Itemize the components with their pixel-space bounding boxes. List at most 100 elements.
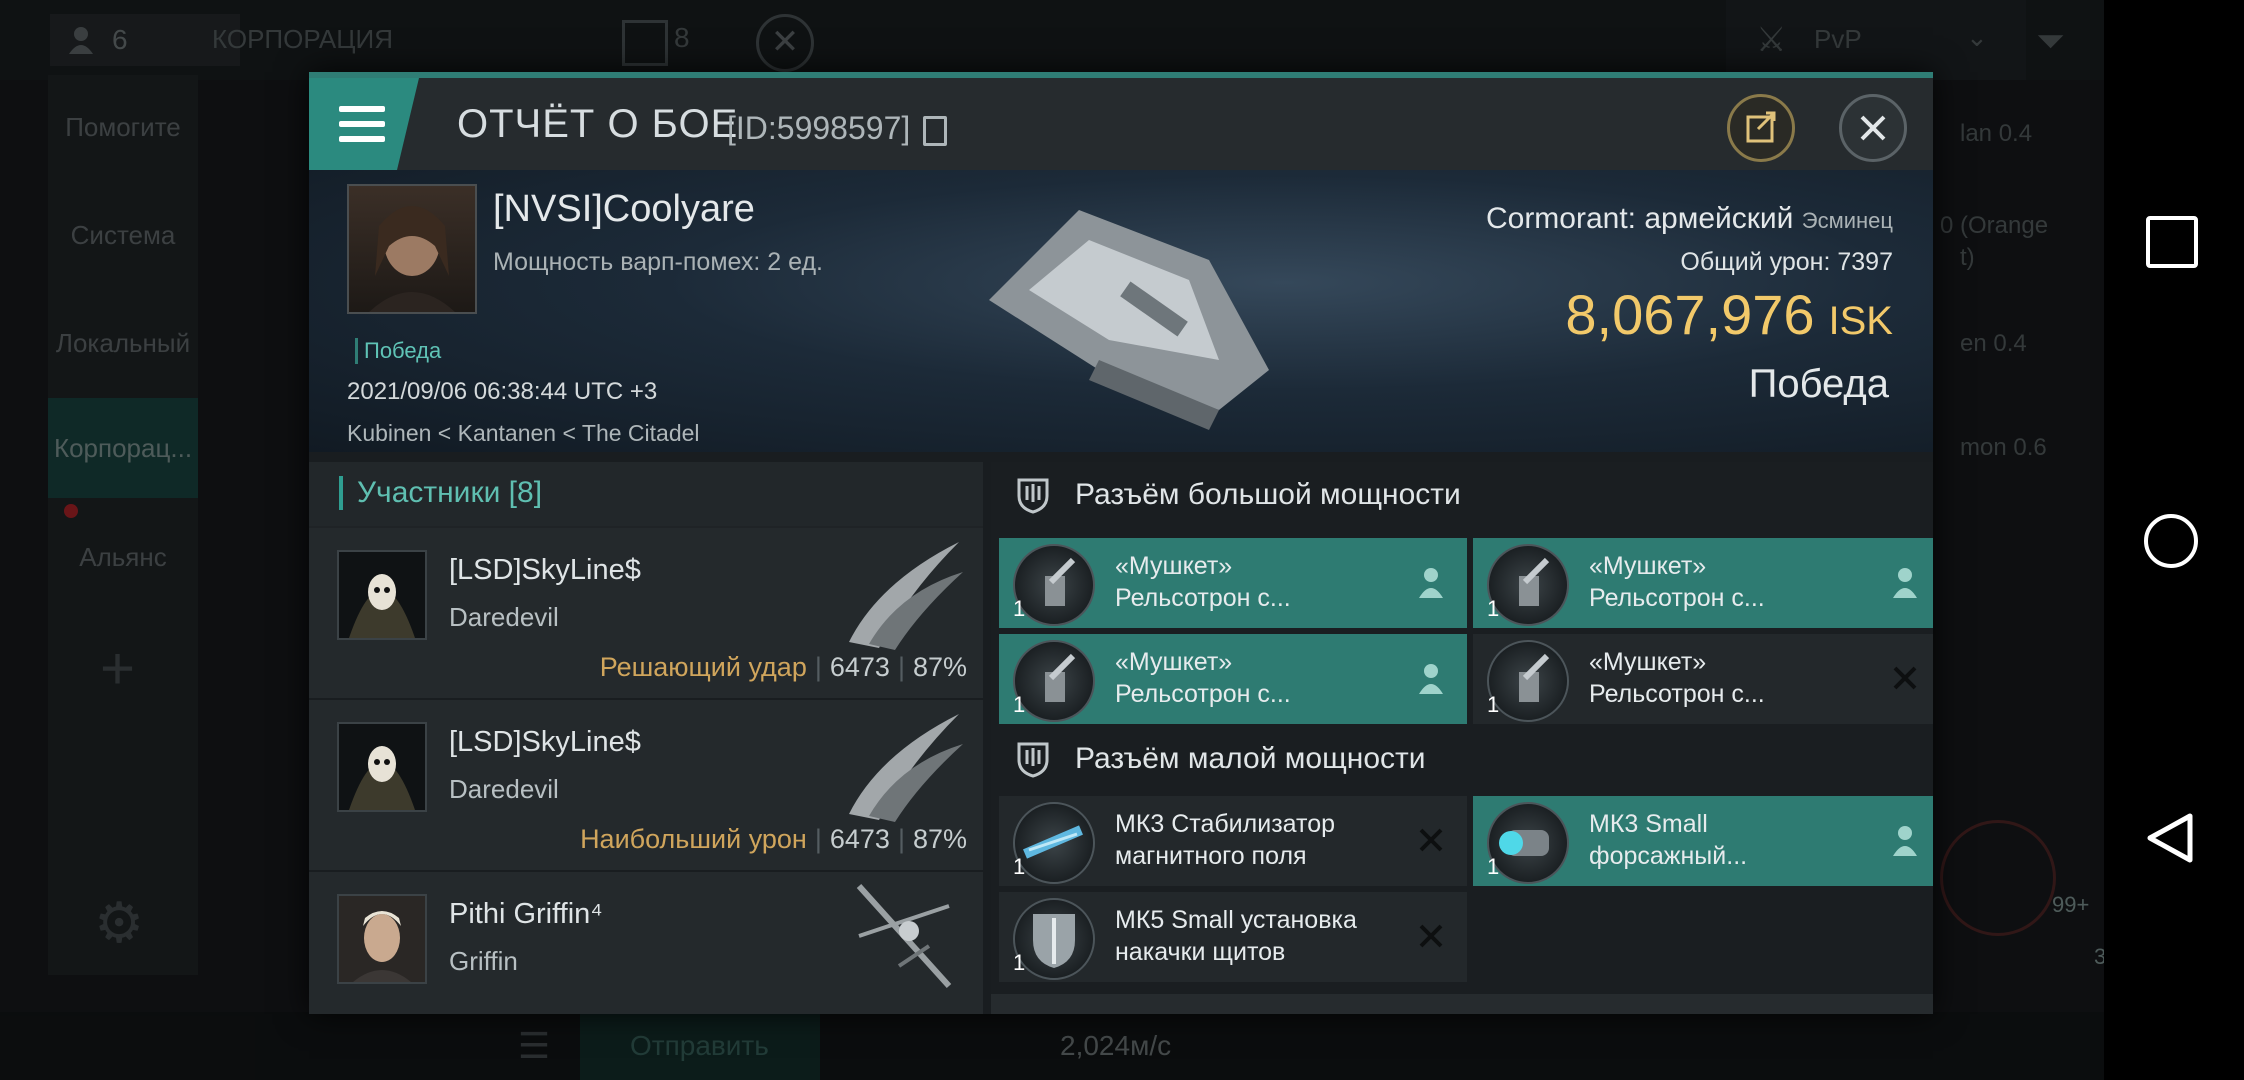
menu-icon-bar [339, 136, 385, 142]
participant-percent: 87% [912, 824, 967, 854]
participants-panel: Участники [8] [LSD]SkyLine$ Daredevil Ре… [309, 462, 983, 1014]
slot-section-icon [1013, 474, 1053, 514]
menu-button[interactable] [309, 78, 419, 170]
shield-booster-icon [1013, 898, 1095, 980]
victim-avatar[interactable] [347, 184, 477, 314]
participants-header: Участники [8] [309, 462, 983, 526]
module-type: Рельсотрон с... [1115, 584, 1291, 612]
destroyed-icon [1413, 822, 1449, 858]
close-button[interactable] [1839, 94, 1907, 162]
module-slot[interactable]: 1 «Мушкет» Рельсотрон с... [1473, 634, 1933, 724]
module-type: Рельсотрон с... [1589, 584, 1765, 612]
ship-icon [839, 876, 969, 996]
participant-avatar [337, 550, 427, 640]
divider: | [897, 824, 905, 854]
module-slot[interactable]: 1 «Мушкет» Рельсотрон с... [999, 538, 1467, 628]
participant-row[interactable]: [LSD]SkyLine$ Daredevil Решающий удар | 64… [309, 528, 983, 701]
module-slot[interactable]: 1 МК3 Стабилизатор магнитного поля [999, 796, 1467, 886]
low-slots-title: Разъём малой мощности [1075, 742, 1426, 775]
railgun-icon [1487, 544, 1569, 626]
railgun-icon [1013, 544, 1095, 626]
victory-tag: Победа [355, 338, 441, 364]
battle-report-dialog: ОТЧЁТ О БОЕ [ID:5998597] [NVSI]Coolyare … [309, 72, 1933, 1014]
destroyed-icon [1887, 660, 1923, 696]
copy-icon[interactable] [923, 116, 947, 146]
module-type: форсажный... [1589, 842, 1748, 870]
module-name: «Мушкет» [1589, 648, 1707, 676]
back-icon[interactable] [2144, 810, 2196, 866]
ship-type-name: Cormorant: армейский [1485, 202, 1794, 235]
recent-apps-icon[interactable] [2146, 216, 2198, 268]
module-type: магнитного поля [1115, 842, 1307, 870]
total-damage-label: Общий урон: [1680, 248, 1831, 276]
module-type: накачки щитов [1115, 938, 1286, 966]
participant-avatar [337, 894, 427, 984]
module-name: МК3 Small [1589, 810, 1708, 838]
participant-avatar [337, 722, 427, 812]
ship-class: Эсминец [1801, 208, 1893, 233]
participant-ship: Daredevil [449, 602, 559, 632]
afterburner-icon [1487, 802, 1569, 884]
ship-icon [839, 704, 969, 824]
railgun-icon [1013, 640, 1095, 722]
share-button[interactable] [1727, 94, 1795, 162]
module-qty: 1 [1013, 854, 1026, 879]
participants-title: Участники [8] [339, 476, 542, 510]
module-slot[interactable]: 1 МК5 Small установка накачки щитов [999, 892, 1467, 982]
divider: | [897, 652, 905, 682]
railgun-icon [1487, 640, 1569, 722]
slot-section-icon [1013, 738, 1053, 778]
destroyed-icon [1413, 918, 1449, 954]
pilot-icon [1887, 564, 1923, 600]
high-slots-title: Разъём большой мощности [1075, 478, 1461, 511]
report-id: [ID:5998597] [727, 110, 911, 146]
module-qty: 1 [1013, 950, 1026, 975]
fitting-panel: Разъём большой мощности 1 «Мушкет» Рельс… [991, 462, 1933, 1014]
system-nav-bar [2104, 0, 2244, 1080]
module-name: «Мушкет» [1115, 648, 1233, 676]
module-slot[interactable]: 1 «Мушкет» Рельсотрон с... [1473, 538, 1933, 628]
participant-stats: Наибольший урон | 6473 | 87% [580, 824, 967, 855]
low-slots-header: Разъём малой мощности [991, 726, 1933, 790]
participant-name: Pithi Griffin⁴ [449, 898, 603, 930]
total-damage-value: 7397 [1837, 248, 1893, 276]
victim-name[interactable]: [NVSI]Coolyare [493, 188, 755, 231]
pilot-icon [1413, 660, 1449, 696]
next-section-peek [991, 994, 1933, 1014]
module-name: МК5 Small установка [1115, 906, 1357, 934]
ship-image [969, 180, 1289, 440]
battle-result: Победа [1748, 362, 1889, 406]
module-qty: 1 [1013, 596, 1026, 621]
participant-row[interactable]: [LSD]SkyLine$ Daredevil Наибольший урон |… [309, 700, 983, 873]
participant-name: [LSD]SkyLine$ [449, 554, 641, 586]
divider: | [814, 824, 822, 854]
participant-percent: 87% [912, 652, 967, 682]
isk-unit: ISK [1828, 299, 1893, 343]
divider: | [814, 652, 822, 682]
stabilizer-icon [1013, 802, 1095, 884]
participant-name: [LSD]SkyLine$ [449, 726, 641, 758]
dialog-title: ОТЧЁТ О БОЕ [457, 102, 739, 146]
participant-ship: Daredevil [449, 774, 559, 804]
module-qty: 1 [1487, 596, 1500, 621]
high-slots-header: Разъём большой мощности [991, 462, 1933, 526]
participant-row[interactable]: Pithi Griffin⁴ Griffin [309, 872, 983, 1014]
module-name: «Мушкет» [1589, 552, 1707, 580]
participants-label: Участники [357, 476, 501, 509]
final-blow-tag: Решающий удар [599, 652, 807, 682]
module-slot[interactable]: 1 МК3 Small форсажный... [1473, 796, 1933, 886]
module-type: Рельсотрон с... [1115, 680, 1291, 708]
participants-count: [8] [508, 476, 543, 509]
total-damage: Общий урон: 7397 [1680, 248, 1893, 277]
module-qty: 1 [1487, 854, 1500, 879]
module-name: МК3 Стабилизатор [1115, 810, 1335, 838]
top-damage-tag: Наибольший урон [580, 824, 807, 854]
module-name: «Мушкет» [1115, 552, 1233, 580]
menu-icon [339, 106, 385, 112]
ship-name[interactable]: Cormorant: армейский Эсминец [1486, 202, 1893, 236]
module-slot[interactable]: 1 «Мушкет» Рельсотрон с... [999, 634, 1467, 724]
close-icon [1860, 115, 1886, 141]
home-icon[interactable] [2144, 514, 2198, 568]
battle-datetime: 2021/09/06 06:38:44 UTC +3 [347, 378, 658, 405]
module-qty: 1 [1487, 692, 1500, 717]
